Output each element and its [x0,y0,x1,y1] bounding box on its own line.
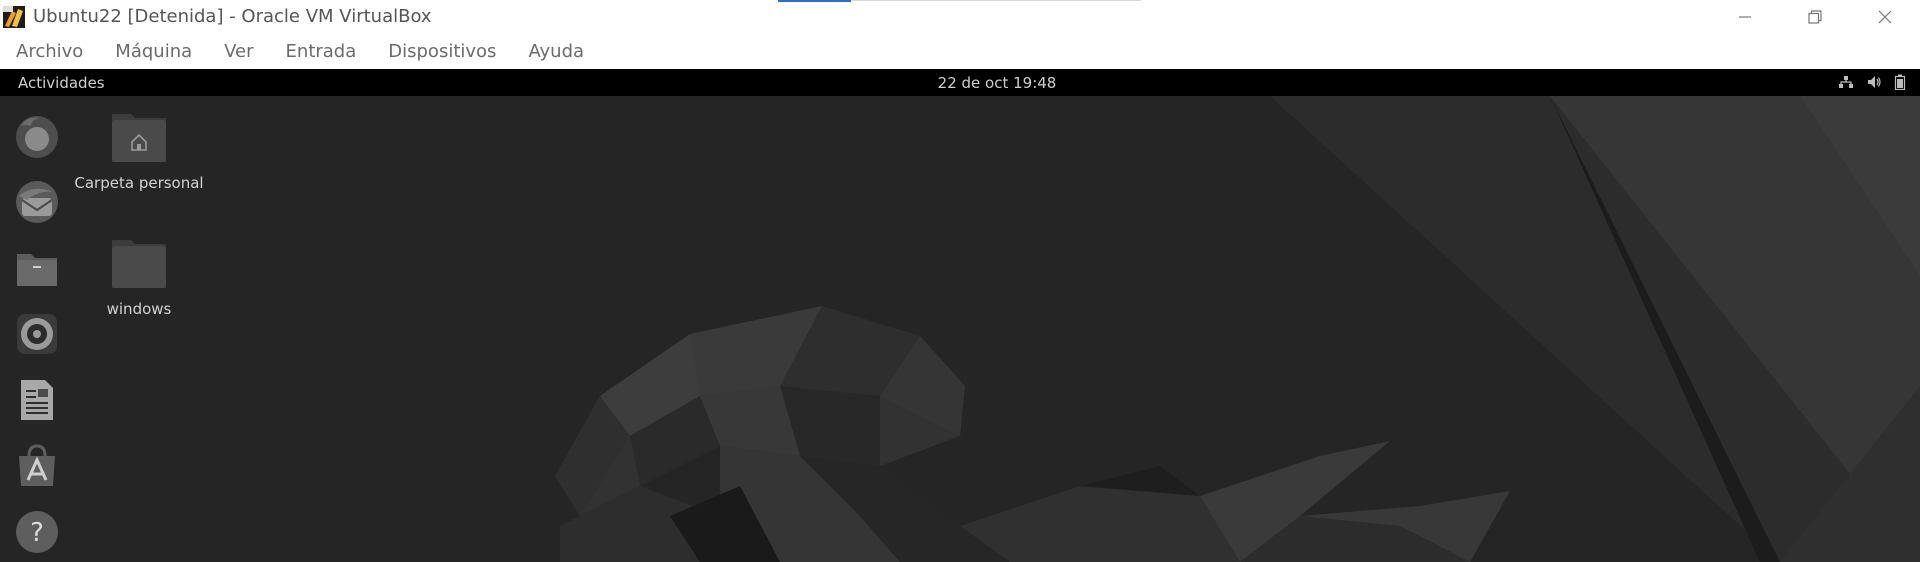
window-controls [1710,0,1920,33]
dock-files[interactable] [13,244,61,292]
dock-software[interactable] [13,442,61,490]
ubuntu-dock: ? [0,96,74,562]
menu-ver[interactable]: Ver [208,41,269,62]
desktop-icon-label: windows [106,300,172,318]
volume-icon[interactable] [1866,74,1882,90]
title-accent-bar [778,0,851,2]
dock-writer[interactable] [13,376,61,424]
files-icon [17,254,57,286]
dock-help[interactable]: ? [13,508,61,556]
close-button[interactable] [1850,0,1920,33]
window-titlebar[interactable]: Ubuntu22 [Detenida] - Oracle VM VirtualB… [0,0,1920,33]
folder-icon [112,240,166,288]
battery-icon[interactable] [1894,74,1906,90]
close-icon [1878,10,1892,23]
help-icon: ? [16,511,58,553]
menu-archivo[interactable]: Archivo [0,41,99,62]
restore-button[interactable] [1780,0,1850,33]
guest-display[interactable]: Actividades 22 de oct 19:48 ? Carpeta pe… [0,69,1920,562]
menu-entrada[interactable]: Entrada [270,41,373,62]
gnome-topbar: Actividades 22 de oct 19:48 [0,69,1920,96]
desktop-icon-home[interactable]: Carpeta personal [74,106,204,192]
thunderbird-icon [16,181,58,223]
network-icon[interactable] [1838,74,1854,90]
dock-firefox[interactable] [13,112,61,160]
menu-maquina[interactable]: Máquina [99,41,208,62]
vm-menubar: Archivo Máquina Ver Entrada Dispositivos… [0,33,1920,69]
dock-thunderbird[interactable] [13,178,61,226]
title-accent-line [851,0,1141,1]
svg-text:?: ? [30,518,44,548]
minimize-icon [1739,15,1751,18]
rhythmbox-icon [17,314,57,354]
desktop-icon-label: Carpeta personal [74,174,204,192]
menu-ayuda[interactable]: Ayuda [512,41,600,62]
window-title: Ubuntu22 [Detenida] - Oracle VM VirtualB… [33,6,432,27]
software-icon [19,444,55,486]
clock[interactable]: 22 de oct 19:48 [0,74,1920,92]
firefox-icon [16,116,58,158]
virtualbox-app-icon [3,5,25,28]
dock-rhythmbox[interactable] [13,310,61,358]
desktop-wallpaper [0,96,1920,562]
home-folder-icon [112,114,166,162]
menu-dispositivos[interactable]: Dispositivos [372,41,512,62]
desktop-icon-windows[interactable]: windows [74,232,204,318]
restore-icon [1808,9,1822,24]
writer-icon [21,380,53,420]
minimize-button[interactable] [1710,0,1780,33]
system-tray[interactable] [1838,74,1906,90]
